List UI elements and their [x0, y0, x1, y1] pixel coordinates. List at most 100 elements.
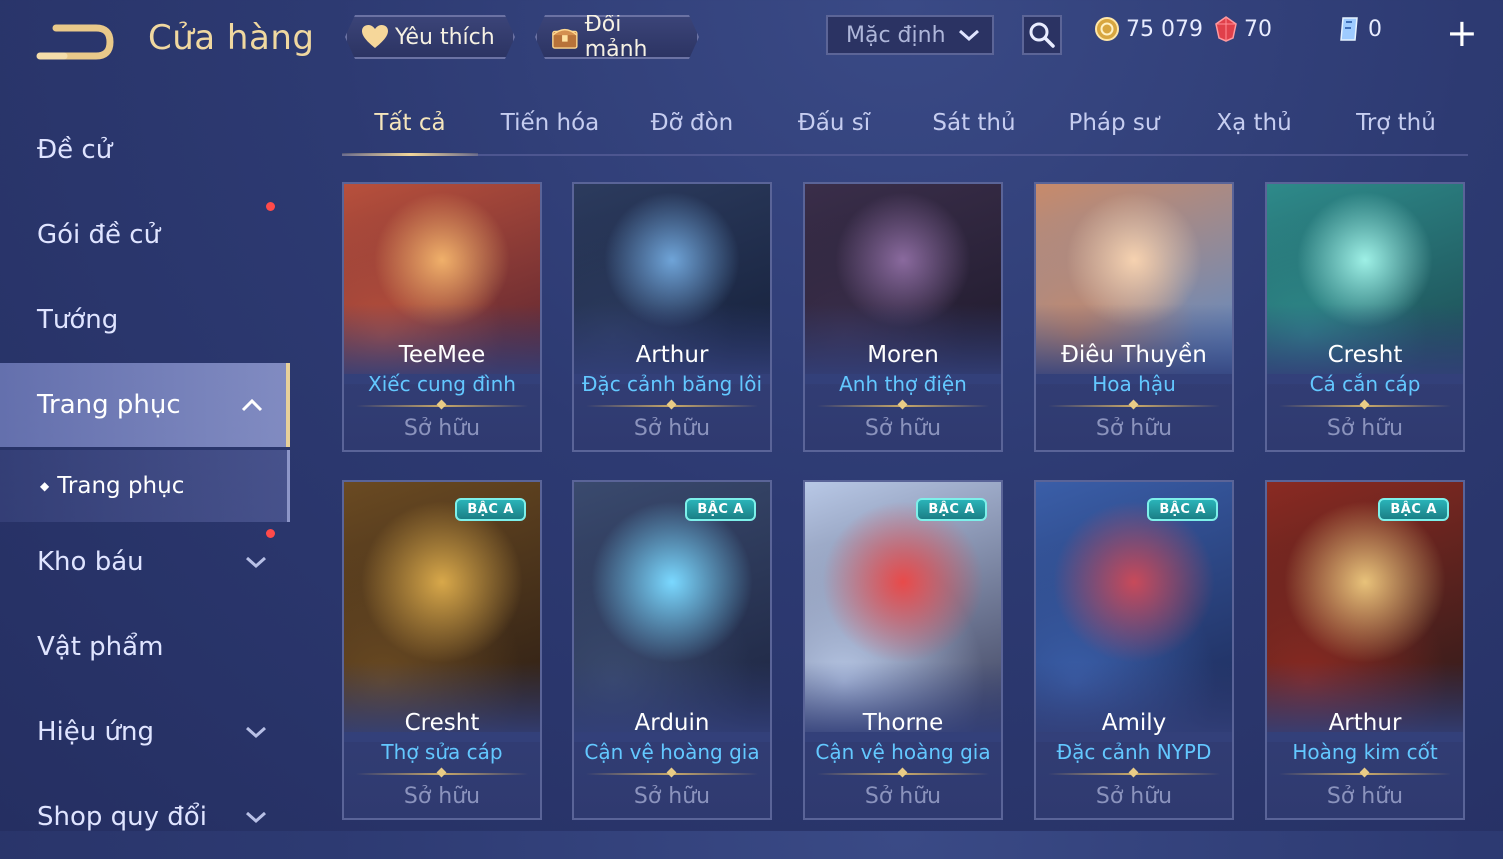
card-divider	[1279, 773, 1451, 775]
tab-all[interactable]: Tất cả	[342, 110, 478, 136]
skin-card[interactable]: BẬC A Arduin Cận vệ hoàng gia Sở hữu	[572, 480, 772, 820]
sidebar-subitem-skins[interactable]: ◆ Trang phục	[0, 450, 290, 522]
skin-card[interactable]: Moren Anh thợ điện Sở hữu	[803, 182, 1003, 452]
bullet-icon: ◆	[40, 479, 50, 493]
favorite-button[interactable]: Yêu thích	[345, 15, 515, 59]
tab-marksman[interactable]: Xạ thủ	[1188, 110, 1320, 136]
skin-name: Đặc cảnh NYPD	[1056, 740, 1212, 764]
skin-name: Thợ sửa cáp	[381, 740, 503, 764]
owned-status: Sở hữu	[1095, 416, 1173, 441]
hero-name: Cresht	[404, 710, 480, 736]
shard-label: Đổi mảnh	[584, 12, 648, 62]
hero-name: Moren	[867, 342, 939, 368]
skin-card[interactable]: Arthur Đặc cảnh băng lôi Sở hữu	[572, 182, 772, 452]
tier-badge: BẬC A	[455, 498, 526, 521]
chevron-down-icon	[246, 726, 266, 739]
sidebar-item-exchange-shop[interactable]: Shop quy đổi	[0, 775, 290, 859]
sidebar-item-label: Tướng	[37, 305, 119, 335]
owned-status: Sở hữu	[864, 416, 942, 441]
sidebar-item-heroes[interactable]: Tướng	[0, 278, 290, 362]
hero-name: Amily	[1101, 710, 1167, 736]
back-arrow-icon	[36, 24, 114, 60]
plus-icon[interactable]: +	[1446, 14, 1478, 52]
tab-evolution[interactable]: Tiến hóa	[484, 110, 616, 136]
owned-status: Sở hữu	[403, 784, 481, 809]
tab-fighter[interactable]: Đấu sĩ	[768, 110, 900, 136]
search-icon	[1029, 22, 1055, 48]
sort-dropdown[interactable]: Mặc định	[826, 15, 994, 55]
role-tabs: Tất cả Tiến hóa Đỡ đòn Đấu sĩ Sát thủ Ph…	[342, 100, 1468, 156]
card-divider	[356, 405, 528, 407]
card-divider	[356, 773, 528, 775]
back-button[interactable]	[36, 18, 116, 64]
tier-badge: BẬC A	[1147, 498, 1218, 521]
skin-card[interactable]: BẬC A Arthur Hoàng kim cốt Sở hữu	[1265, 480, 1465, 820]
card-divider	[817, 773, 989, 775]
tier-badge: BẬC A	[1378, 498, 1449, 521]
skin-card[interactable]: BẬC A Amily Đặc cảnh NYPD Sở hữu	[1034, 480, 1234, 820]
sidebar-subitem-label: Trang phục	[57, 473, 185, 499]
hero-name: Cresht	[1327, 342, 1403, 368]
active-tab-indicator	[342, 153, 478, 156]
search-button[interactable]	[1022, 15, 1062, 55]
hero-name: Arduin	[634, 710, 710, 736]
chevron-down-icon	[246, 811, 266, 824]
chevron-up-icon	[241, 398, 263, 412]
sidebar-item-label: Vật phẩm	[37, 632, 164, 662]
owned-status: Sở hữu	[1095, 784, 1173, 809]
tab-tank[interactable]: Đỡ đòn	[626, 110, 758, 136]
sidebar-item-bundles[interactable]: Gói đề cử	[0, 193, 290, 277]
hero-name: Arthur	[1328, 710, 1402, 736]
sidebar-item-label: Hiệu ứng	[37, 717, 154, 747]
card-divider	[1279, 405, 1451, 407]
tab-support[interactable]: Trợ thủ	[1330, 110, 1462, 136]
card-divider	[1048, 773, 1220, 775]
voucher-crystal-icon	[1340, 17, 1358, 41]
owned-status: Sở hữu	[403, 416, 481, 441]
top-bar: Cửa hàng Yêu thích Đổi mảnh Mặc định 75 …	[0, 0, 1503, 80]
skin-name: Hoa hậu	[1092, 372, 1176, 396]
owned-status: Sở hữu	[864, 784, 942, 809]
gold-balance: 75 079	[1094, 16, 1203, 42]
hero-name: Arthur	[635, 342, 709, 368]
shard-exchange-button[interactable]: Đổi mảnh	[535, 15, 699, 59]
skin-card[interactable]: BẬC A Thorne Cận vệ hoàng gia Sở hữu	[803, 480, 1003, 820]
sidebar-item-label: Trang phục	[37, 390, 181, 420]
card-divider	[817, 405, 989, 407]
sidebar-item-label: Đề cử	[37, 135, 113, 165]
card-divider	[586, 405, 758, 407]
skin-card[interactable]: Điêu Thuyền Hoa hậu Sở hữu	[1034, 182, 1234, 452]
sidebar-item-skins[interactable]: Trang phục	[0, 363, 290, 447]
sidebar: Đề cử Gói đề cử Tướng Trang phục ◆ Trang…	[0, 100, 290, 832]
ruby-balance: 70	[1214, 16, 1272, 42]
sidebar-item-label: Gói đề cử	[37, 220, 161, 250]
hero-name: Thorne	[862, 710, 944, 736]
skin-card[interactable]: TeeMee Xiếc cung đình Sở hữu	[342, 182, 542, 452]
sidebar-item-recommended[interactable]: Đề cử	[0, 108, 290, 192]
voucher-amount: 0	[1368, 16, 1382, 42]
skin-name: Cận vệ hoàng gia	[584, 740, 760, 764]
card-divider	[1048, 405, 1220, 407]
sidebar-item-items[interactable]: Vật phẩm	[0, 605, 290, 689]
page-title: Cửa hàng	[148, 18, 315, 58]
skin-name: Cận vệ hoàng gia	[815, 740, 991, 764]
voucher-balance: 0	[1336, 16, 1382, 42]
ruby-gem-icon	[1215, 16, 1237, 42]
skin-name: Cá cắn cáp	[1309, 372, 1421, 396]
owned-status: Sở hữu	[633, 416, 711, 441]
tab-assassin[interactable]: Sát thủ	[908, 110, 1040, 136]
owned-status: Sở hữu	[633, 784, 711, 809]
skin-card[interactable]: BẬC A Cresht Thợ sửa cáp Sở hữu	[342, 480, 542, 820]
gold-coin-icon	[1095, 17, 1119, 41]
favorite-label: Yêu thích	[395, 24, 495, 50]
sort-value: Mặc định	[846, 22, 946, 48]
chevron-down-icon	[959, 29, 979, 42]
sidebar-item-treasure[interactable]: Kho báu	[0, 520, 290, 604]
sidebar-item-label: Kho báu	[37, 547, 144, 577]
tab-mage[interactable]: Pháp sư	[1048, 110, 1180, 136]
sidebar-item-label: Shop quy đổi	[37, 802, 207, 832]
skin-card[interactable]: Cresht Cá cắn cáp Sở hữu	[1265, 182, 1465, 452]
sidebar-item-effects[interactable]: Hiệu ứng	[0, 690, 290, 774]
card-divider	[586, 773, 758, 775]
skin-name: Hoàng kim cốt	[1292, 740, 1438, 764]
